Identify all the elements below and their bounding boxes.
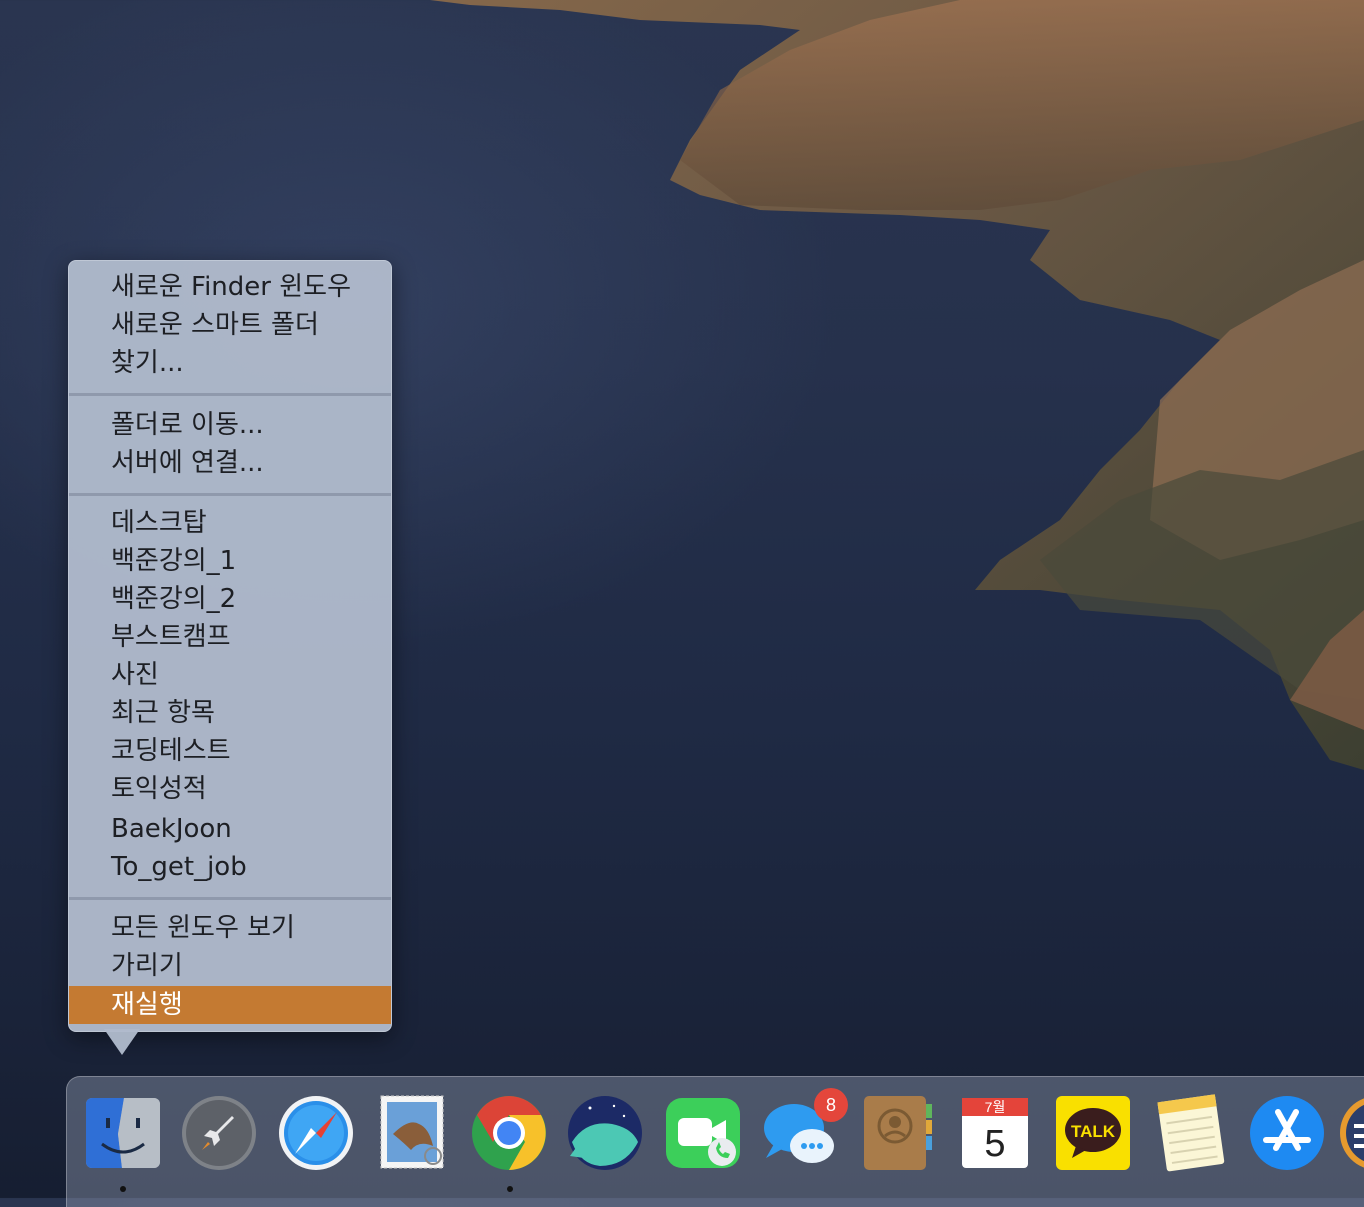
menu-item-folder[interactable]: 백준강의_1: [69, 542, 391, 580]
menu-item-new-smart-folder[interactable]: 새로운 스마트 폴더: [69, 306, 391, 344]
running-indicator: [507, 1186, 513, 1192]
mail-icon[interactable]: [375, 1094, 453, 1172]
menu-item-relaunch[interactable]: 재실행: [69, 986, 391, 1024]
menu-item-folder[interactable]: 사진: [69, 656, 391, 694]
menu-item-folder-recents[interactable]: 최근 항목: [69, 694, 391, 732]
menu-item-hide[interactable]: 가리기: [69, 947, 391, 985]
menu-item-new-finder-window[interactable]: 새로운 Finder 윈도우: [69, 268, 391, 306]
notes-icon[interactable]: [1152, 1094, 1230, 1172]
launchpad-icon[interactable]: [180, 1094, 258, 1172]
safari-icon[interactable]: [277, 1094, 355, 1172]
dock-context-menu: 새로운 Finder 윈도우 새로운 스마트 폴더 찾기... 폴더로 이동..…: [68, 260, 392, 1032]
kakaotalk-icon[interactable]: TALK: [1054, 1094, 1132, 1172]
menu-separator: [69, 393, 391, 396]
calendar-day: 5: [984, 1123, 1005, 1165]
menu-item-folder[interactable]: 코딩테스트: [69, 732, 391, 770]
menu-item-folder[interactable]: BaekJoon: [69, 810, 391, 848]
menu-item-go-to-folder[interactable]: 폴더로 이동...: [69, 406, 391, 444]
calendar-month: 7월: [985, 1099, 1006, 1115]
running-indicator: [120, 1186, 126, 1192]
finder-icon[interactable]: [84, 1094, 162, 1172]
menu-item-folder-desktop[interactable]: 데스크탑: [69, 504, 391, 542]
menu-item-folder[interactable]: 부스트캠프: [69, 618, 391, 656]
app-store-icon[interactable]: [1248, 1094, 1326, 1172]
menu-item-show-all-windows[interactable]: 모든 윈도우 보기: [69, 909, 391, 947]
menu-separator: [69, 897, 391, 900]
menu-item-folder[interactable]: 토익성적: [69, 770, 391, 808]
menu-item-find[interactable]: 찾기...: [69, 344, 391, 382]
menu-separator: [69, 493, 391, 496]
messages-badge: 8: [814, 1088, 848, 1122]
contacts-icon[interactable]: [858, 1094, 936, 1172]
kakaotalk-label: TALK: [1071, 1122, 1116, 1141]
menu-item-folder[interactable]: 백준강의_2: [69, 580, 391, 618]
facetime-icon[interactable]: [664, 1094, 742, 1172]
calendar-icon[interactable]: 7월 5: [956, 1094, 1034, 1172]
menu-item-connect-to-server[interactable]: 서버에 연결...: [69, 444, 391, 482]
chrome-icon[interactable]: [470, 1094, 548, 1172]
whale-icon[interactable]: [566, 1094, 644, 1172]
partial-app-icon[interactable]: [1338, 1094, 1364, 1172]
menu-item-folder[interactable]: To_get_job: [69, 848, 391, 886]
menu-pointer-arrow: [104, 1029, 140, 1055]
